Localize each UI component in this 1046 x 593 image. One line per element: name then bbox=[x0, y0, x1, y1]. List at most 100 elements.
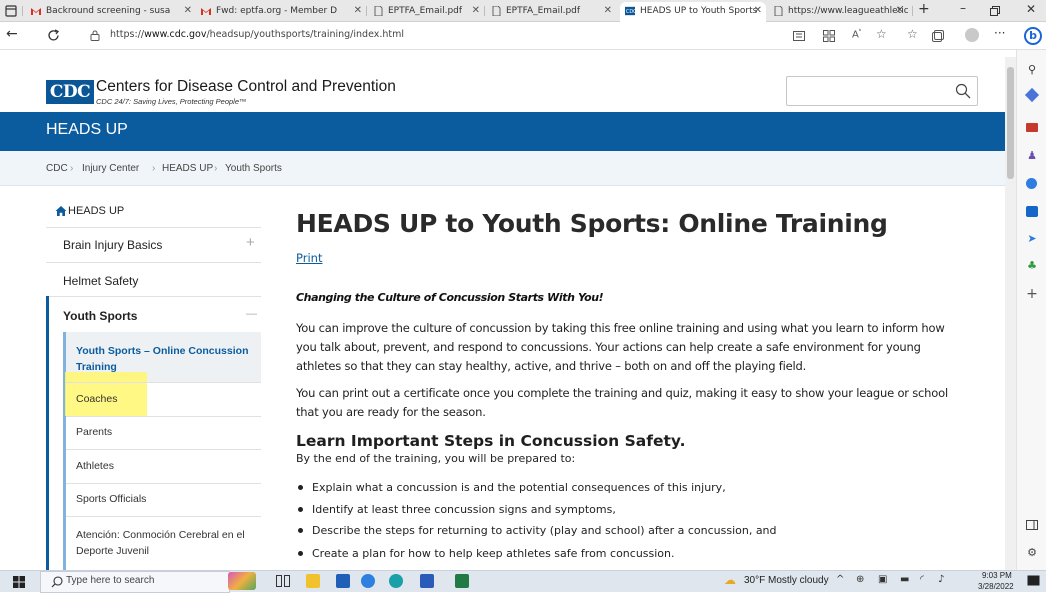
url-text: https://www.cdc.gov/headsup/youthsports/… bbox=[110, 29, 405, 40]
search-icon[interactable] bbox=[955, 83, 971, 99]
list-item: Describe the steps for returning to acti… bbox=[296, 524, 777, 537]
favorite-star-icon[interactable]: ☆ bbox=[876, 27, 887, 41]
sidenav-youth-sports[interactable]: Youth Sports bbox=[63, 309, 137, 323]
tab-gmail-background[interactable]: Backround screening - susa ✕ bbox=[26, 2, 196, 22]
minimize-icon[interactable]: – bbox=[960, 1, 966, 15]
file-explorer-icon[interactable] bbox=[306, 574, 320, 588]
notification-icon[interactable] bbox=[1027, 575, 1040, 587]
close-icon[interactable]: ✕ bbox=[184, 2, 192, 20]
tray-icon[interactable]: ⊕ bbox=[856, 574, 864, 585]
store-icon[interactable] bbox=[336, 574, 350, 588]
drop-icon[interactable]: ♣ bbox=[1025, 260, 1039, 272]
collections-icon[interactable] bbox=[932, 30, 944, 42]
banner-title[interactable]: HEADS UP bbox=[46, 121, 128, 139]
gmail-icon bbox=[31, 8, 41, 15]
section-indicator bbox=[46, 296, 49, 570]
sidenav-parents[interactable]: Parents bbox=[76, 426, 112, 438]
print-link[interactable]: Print bbox=[296, 251, 322, 265]
excel-icon[interactable] bbox=[455, 574, 469, 588]
search-highlight-icon[interactable] bbox=[228, 572, 256, 590]
breadcrumb-heads-up[interactable]: HEADS UP bbox=[162, 163, 213, 174]
profile-avatar[interactable] bbox=[965, 28, 979, 42]
cdc-logo[interactable]: CDC bbox=[46, 80, 94, 104]
chevron-up-icon[interactable]: ^ bbox=[836, 574, 844, 585]
search-sidebar-icon[interactable]: ⚲ bbox=[1025, 64, 1039, 76]
scrollbar-thumb[interactable] bbox=[1007, 67, 1014, 179]
sidenav-brain-injury-basics[interactable]: Brain Injury Basics bbox=[63, 238, 162, 252]
cdc-icon: CDC bbox=[625, 6, 635, 16]
read-aloud-icon[interactable]: Aᵇ bbox=[852, 28, 861, 40]
sidenav-home[interactable]: HEADS UP bbox=[68, 205, 124, 217]
tab-actions-icon[interactable] bbox=[5, 5, 17, 17]
weather-status[interactable]: 30°F Mostly cloudy bbox=[744, 575, 829, 586]
close-icon[interactable]: ✕ bbox=[472, 2, 480, 20]
gmail-icon bbox=[201, 8, 211, 15]
settings-app-icon[interactable] bbox=[361, 574, 375, 588]
windows-start-icon[interactable] bbox=[13, 576, 25, 588]
battery-icon[interactable]: ▬ bbox=[900, 574, 909, 585]
restore-icon[interactable] bbox=[990, 6, 1000, 16]
favorites-icon[interactable]: ☆ bbox=[907, 27, 918, 41]
volume-icon[interactable]: ♪ bbox=[938, 574, 944, 585]
clock-time[interactable]: 9:03 PM bbox=[982, 571, 1012, 580]
back-icon[interactable]: ← bbox=[6, 26, 18, 42]
tab-label: https://www.leagueathletics bbox=[788, 6, 908, 16]
sidenav-coaches[interactable]: Coaches bbox=[76, 393, 117, 405]
more-menu-icon[interactable]: ··· bbox=[994, 26, 1005, 40]
shopping-tag-icon[interactable] bbox=[1024, 87, 1040, 103]
reader-view-icon[interactable] bbox=[793, 31, 805, 41]
tab-pdf-2[interactable]: EPTFA_Email.pdf ✕ bbox=[486, 2, 616, 22]
breadcrumb-separator: › bbox=[214, 163, 218, 174]
close-icon[interactable]: ✕ bbox=[354, 2, 362, 20]
breadcrumb-youth-sports[interactable]: Youth Sports bbox=[225, 163, 282, 174]
sidenav-helmet-safety[interactable]: Helmet Safety bbox=[63, 274, 138, 288]
tab-pdf-1[interactable]: EPTFA_Email.pdf ✕ bbox=[368, 2, 484, 22]
tools-icon[interactable] bbox=[1026, 123, 1038, 132]
close-icon[interactable]: ✕ bbox=[896, 2, 904, 20]
microsoft-365-icon[interactable] bbox=[1026, 178, 1037, 189]
games-icon[interactable]: ♟ bbox=[1025, 150, 1039, 162]
wifi-icon[interactable]: ◜ bbox=[920, 574, 924, 585]
site-search-input[interactable] bbox=[786, 76, 978, 106]
breadcrumb-separator: › bbox=[70, 163, 74, 174]
breadcrumb-injury-center[interactable]: Injury Center bbox=[82, 163, 139, 174]
settings-icon[interactable]: ⚙ bbox=[1025, 547, 1039, 559]
edge-browser-icon[interactable] bbox=[389, 574, 403, 588]
send-icon[interactable]: ➤ bbox=[1025, 233, 1039, 245]
task-view-icon[interactable] bbox=[276, 575, 290, 587]
tab-label: EPTFA_Email.pdf bbox=[388, 6, 463, 16]
add-sidebar-icon[interactable]: + bbox=[1025, 287, 1039, 301]
window-close-icon[interactable]: ✕ bbox=[1026, 2, 1036, 16]
certificate-paragraph: You can print out a certificate once you… bbox=[296, 386, 948, 419]
refresh-icon[interactable] bbox=[47, 29, 60, 42]
word-icon[interactable] bbox=[420, 574, 434, 588]
close-icon[interactable]: ✕ bbox=[604, 2, 612, 20]
site-banner bbox=[0, 112, 1005, 151]
sidenav-sports-officials[interactable]: Sports Officials bbox=[76, 493, 146, 505]
outlook-icon[interactable] bbox=[1026, 206, 1038, 217]
sidenav-athletes[interactable]: Athletes bbox=[76, 460, 114, 472]
expand-icon[interactable]: + bbox=[246, 234, 255, 251]
tray-app-icon[interactable]: ▣ bbox=[878, 574, 887, 585]
sidenav-online-concussion-training[interactable]: Youth Sports – Online Concussion Trainin… bbox=[76, 343, 251, 375]
intro-tagline: Changing the Culture of Concussion Start… bbox=[296, 291, 604, 304]
list-item: Identify at least three concussion signs… bbox=[296, 503, 616, 516]
tab-heads-up[interactable]: CDC HEADS UP to Youth Sports ✕ bbox=[620, 2, 766, 22]
split-screen-icon[interactable] bbox=[1026, 520, 1038, 530]
pdf-icon bbox=[374, 6, 383, 16]
collapse-icon[interactable]: — bbox=[246, 308, 257, 320]
page-scrollbar[interactable] bbox=[1005, 57, 1016, 570]
address-bar[interactable]: https://www.cdc.gov/headsup/youthsports/… bbox=[80, 25, 1008, 47]
breadcrumb-cdc[interactable]: CDC bbox=[46, 163, 68, 174]
bing-chat-icon[interactable]: b bbox=[1024, 27, 1042, 45]
sidenav-spanish-version[interactable]: Atención: Conmoción Cerebral en el Depor… bbox=[76, 527, 256, 559]
close-icon[interactable]: ✕ bbox=[754, 2, 762, 20]
lock-icon[interactable] bbox=[90, 30, 100, 41]
tab-gmail-fwd[interactable]: Fwd: eptfa.org - Member D ✕ bbox=[196, 2, 366, 22]
org-name[interactable]: Centers for Disease Control and Preventi… bbox=[96, 78, 396, 96]
tab-league-athletics[interactable]: https://www.leagueathletics ✕ bbox=[768, 2, 908, 22]
weather-icon[interactable]: ☁ bbox=[724, 573, 736, 587]
clock-date[interactable]: 3/28/2022 bbox=[978, 582, 1014, 591]
app-available-icon[interactable] bbox=[823, 30, 835, 42]
new-tab-icon[interactable]: + bbox=[918, 1, 930, 17]
